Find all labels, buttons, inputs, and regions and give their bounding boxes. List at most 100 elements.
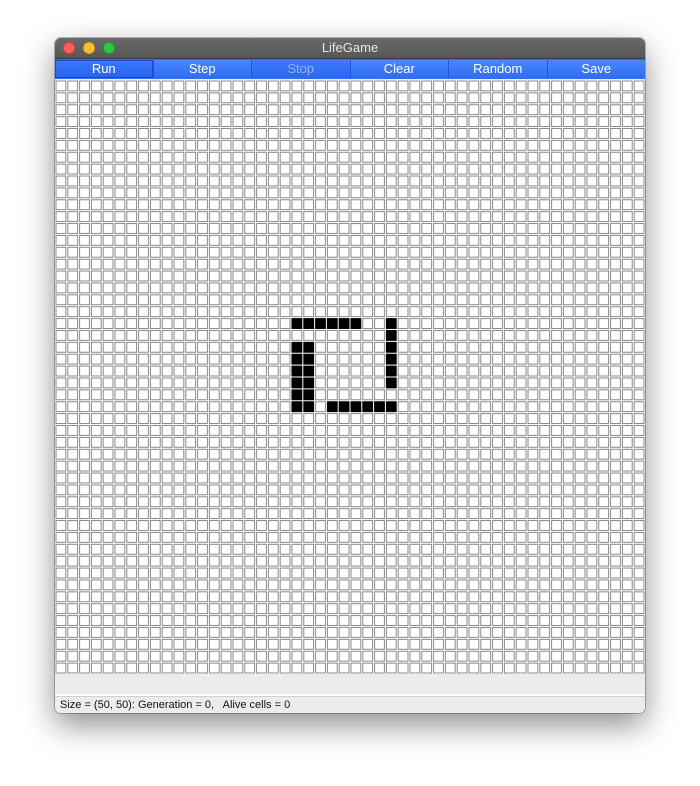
dead-cell[interactable] (574, 223, 586, 234)
dead-cell[interactable] (527, 116, 539, 128)
dead-cell[interactable] (374, 282, 385, 294)
dead-cell[interactable] (456, 448, 468, 460)
dead-cell[interactable] (468, 555, 480, 567)
dead-cell[interactable] (102, 377, 114, 389)
dead-cell[interactable] (409, 270, 421, 282)
dead-cell[interactable] (67, 436, 79, 448)
dead-cell[interactable] (527, 104, 539, 116)
dead-cell[interactable] (173, 579, 185, 591)
dead-cell[interactable] (610, 567, 621, 579)
dead-cell[interactable] (126, 128, 138, 139)
dead-cell[interactable] (527, 365, 539, 377)
dead-cell[interactable] (244, 662, 256, 674)
dead-cell[interactable] (539, 139, 551, 151)
dead-cell[interactable] (444, 341, 456, 353)
dead-cell[interactable] (256, 246, 267, 258)
dead-cell[interactable] (409, 294, 421, 306)
dead-cell[interactable] (291, 543, 303, 555)
dead-cell[interactable] (468, 460, 480, 472)
dead-cell[interactable] (492, 246, 503, 258)
dead-cell[interactable] (126, 508, 138, 520)
dead-cell[interactable] (397, 425, 409, 436)
dead-cell[interactable] (456, 104, 468, 116)
dead-cell[interactable] (421, 401, 433, 413)
dead-cell[interactable] (90, 662, 102, 674)
dead-cell[interactable] (256, 128, 267, 139)
dead-cell[interactable] (374, 389, 385, 401)
dead-cell[interactable] (244, 92, 256, 104)
dead-cell[interactable] (350, 187, 362, 199)
dead-cell[interactable] (527, 329, 539, 341)
dead-cell[interactable] (173, 460, 185, 472)
dead-cell[interactable] (397, 365, 409, 377)
dead-cell[interactable] (220, 472, 232, 484)
dead-cell[interactable] (138, 579, 149, 591)
dead-cell[interactable] (610, 365, 621, 377)
dead-cell[interactable] (173, 199, 185, 211)
dead-cell[interactable] (79, 520, 90, 531)
dead-cell[interactable] (149, 104, 161, 116)
dead-cell[interactable] (350, 413, 362, 425)
dead-cell[interactable] (79, 436, 90, 448)
dead-cell[interactable] (138, 555, 149, 567)
dead-cell[interactable] (621, 139, 633, 151)
dead-cell[interactable] (197, 199, 208, 211)
dead-cell[interactable] (444, 520, 456, 531)
dead-cell[interactable] (197, 662, 208, 674)
dead-cell[interactable] (149, 211, 161, 223)
dead-cell[interactable] (610, 460, 621, 472)
dead-cell[interactable] (480, 638, 492, 650)
dead-cell[interactable] (350, 508, 362, 520)
dead-cell[interactable] (421, 282, 433, 294)
dead-cell[interactable] (444, 531, 456, 543)
dead-cell[interactable] (621, 104, 633, 116)
dead-cell[interactable] (149, 531, 161, 543)
dead-cell[interactable] (267, 306, 279, 318)
dead-cell[interactable] (67, 662, 79, 674)
dead-cell[interactable] (185, 591, 197, 603)
dead-cell[interactable] (374, 626, 385, 638)
dead-cell[interactable] (633, 603, 645, 615)
dead-cell[interactable] (267, 234, 279, 246)
dead-cell[interactable] (67, 401, 79, 413)
dead-cell[interactable] (621, 341, 633, 353)
dead-cell[interactable] (185, 128, 197, 139)
dead-cell[interactable] (586, 496, 598, 508)
dead-cell[interactable] (232, 543, 244, 555)
dead-cell[interactable] (244, 496, 256, 508)
dead-cell[interactable] (303, 531, 315, 543)
dead-cell[interactable] (102, 626, 114, 638)
dead-cell[interactable] (55, 329, 67, 341)
dead-cell[interactable] (586, 306, 598, 318)
dead-cell[interactable] (492, 116, 503, 128)
dead-cell[interactable] (456, 579, 468, 591)
dead-cell[interactable] (397, 187, 409, 199)
dead-cell[interactable] (574, 80, 586, 92)
dead-cell[interactable] (562, 555, 574, 567)
dead-cell[interactable] (610, 92, 621, 104)
dead-cell[interactable] (161, 282, 173, 294)
dead-cell[interactable] (208, 353, 220, 365)
dead-cell[interactable] (232, 187, 244, 199)
dead-cell[interactable] (574, 116, 586, 128)
dead-cell[interactable] (173, 128, 185, 139)
dead-cell[interactable] (350, 211, 362, 223)
dead-cell[interactable] (232, 508, 244, 520)
dead-cell[interactable] (421, 650, 433, 662)
dead-cell[interactable] (385, 258, 397, 270)
dead-cell[interactable] (621, 353, 633, 365)
step-button[interactable]: Step (153, 60, 252, 78)
dead-cell[interactable] (527, 626, 539, 638)
dead-cell[interactable] (397, 128, 409, 139)
dead-cell[interactable] (197, 531, 208, 543)
dead-cell[interactable] (256, 175, 267, 187)
dead-cell[interactable] (385, 567, 397, 579)
dead-cell[interactable] (55, 591, 67, 603)
dead-cell[interactable] (208, 543, 220, 555)
dead-cell[interactable] (350, 650, 362, 662)
dead-cell[interactable] (279, 258, 291, 270)
dead-cell[interactable] (362, 472, 374, 484)
dead-cell[interactable] (303, 448, 315, 460)
dead-cell[interactable] (55, 175, 67, 187)
dead-cell[interactable] (220, 662, 232, 674)
